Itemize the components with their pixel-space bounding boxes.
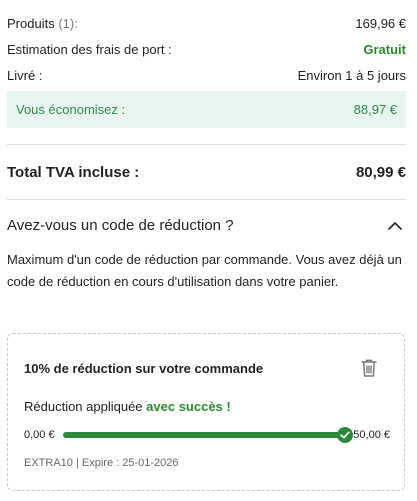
total-label: Total TVA incluse : [7, 163, 140, 181]
delivery-label: Livré : [7, 67, 43, 83]
coupon-meta: EXTRA10 | Expire : 25-01-2026 [24, 457, 179, 469]
delivery-value: Environ 1 à 5 jours [297, 67, 406, 83]
trash-icon[interactable] [360, 358, 378, 378]
applied-success: avec succès ! [146, 399, 231, 414]
delivery-row: Livré : Environ 1 à 5 jours [7, 66, 406, 84]
savings-banner: Vous économisez : 88,97 € [7, 91, 406, 128]
products-count: (1): [58, 15, 78, 31]
shipping-label: Estimation des frais de port : [7, 41, 172, 57]
products-label: Produits (1): [7, 15, 78, 31]
discount-progress: 0,00 € 50,00 € [24, 424, 390, 446]
progress-fill [62, 432, 346, 438]
promo-description: Maximum d'un code de réduction par comma… [7, 252, 402, 289]
progress-min-label: 0,00 € [24, 429, 55, 441]
progress-max-label: 50,00 € [353, 429, 390, 441]
applied-text: Réduction appliquée [24, 399, 147, 414]
total-value: 80,99 € [355, 163, 406, 181]
coupon-card: 10% de réduction sur votre commande Rédu… [7, 333, 405, 491]
savings-value: 88,97 € [353, 102, 397, 117]
total-row: Total TVA incluse : 80,99 € [7, 161, 406, 183]
coupon-title: 10% de réduction sur votre commande [24, 361, 264, 376]
savings-label: Vous économisez : [16, 102, 126, 117]
chevron-up-icon[interactable] [384, 214, 406, 236]
divider [7, 144, 406, 145]
promo-header: Avez-vous un code de réduction ? [7, 216, 234, 234]
promo-code-toggle[interactable]: Avez-vous un code de réduction ? [7, 214, 406, 236]
products-value: 169,96 € [355, 15, 406, 31]
products-row: Produits (1): 169,96 € [7, 14, 406, 32]
shipping-row: Estimation des frais de port : Gratuit [7, 40, 406, 58]
check-icon [337, 427, 354, 443]
coupon-status: Réduction appliquée avec succès ! [24, 399, 231, 414]
divider [7, 199, 406, 200]
shipping-value: Gratuit [363, 41, 406, 57]
progress-track [62, 427, 354, 443]
